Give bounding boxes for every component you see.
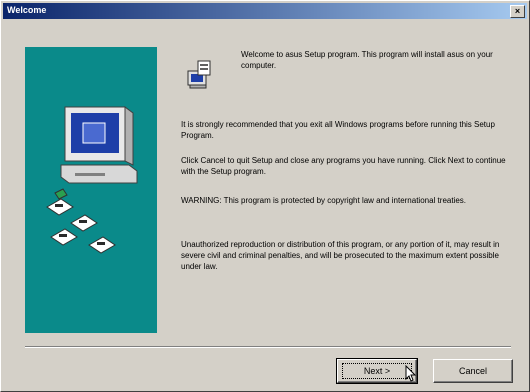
setup-computer-icon [46, 106, 138, 254]
welcome-text: Welcome to asus Setup program. This prog… [241, 50, 493, 70]
setup-box-icon [187, 60, 211, 89]
next-button-label: Next > [363, 366, 391, 376]
close-button[interactable]: × [510, 5, 525, 18]
close-icon: × [514, 6, 521, 16]
legal-text: Unauthorized reproduction or distributio… [181, 240, 500, 271]
recommendation-text: It is strongly recommended that you exit… [181, 120, 495, 140]
separator [25, 346, 511, 348]
warning-text: WARNING: This program is protected by co… [181, 196, 467, 205]
setup-artwork-panel [25, 47, 157, 333]
setup-dialog: Welcome × Welcome to asus Setup program.… [0, 0, 530, 392]
disk-icon [46, 198, 74, 216]
cancel-button[interactable]: Cancel [433, 359, 513, 383]
mouse-cursor-icon [405, 365, 417, 382]
window-title: Welcome [7, 5, 47, 15]
cancel-button-label: Cancel [458, 366, 487, 376]
instructions-text: Click Cancel to quit Setup and close any… [181, 156, 506, 176]
title-bar[interactable]: Welcome × [3, 3, 527, 19]
